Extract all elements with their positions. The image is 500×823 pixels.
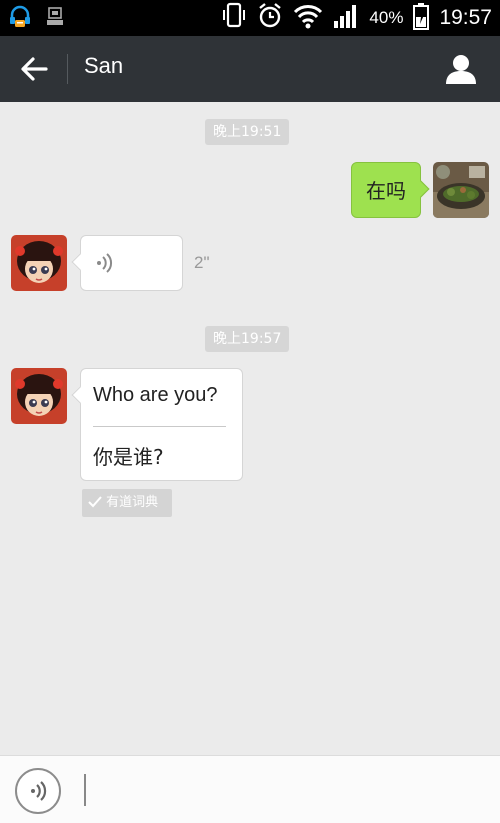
contact-avatar[interactable] bbox=[11, 235, 67, 291]
contact-avatar[interactable] bbox=[11, 368, 67, 424]
check-icon bbox=[88, 491, 102, 519]
voice-input-toggle[interactable] bbox=[15, 768, 61, 814]
original-text: Who are you? bbox=[93, 384, 218, 406]
translated-text: 你是谁? bbox=[93, 445, 164, 469]
my-avatar[interactable] bbox=[433, 162, 489, 218]
input-bar bbox=[0, 755, 500, 823]
translation-message-bubble[interactable]: Who are you? 你是谁? bbox=[71, 368, 243, 481]
battery-charging-icon bbox=[413, 2, 430, 34]
translation-source-label: 有道词典 bbox=[106, 495, 159, 510]
chat-title: San bbox=[84, 53, 124, 78]
headset-notification-icon bbox=[8, 5, 32, 33]
status-bar: 40% 19:57 bbox=[0, 0, 500, 36]
voice-duration: 2" bbox=[194, 253, 210, 272]
back-arrow-icon[interactable] bbox=[18, 54, 50, 84]
message-input[interactable] bbox=[82, 770, 222, 810]
translation-divider bbox=[93, 426, 226, 427]
voice-wave-icon bbox=[29, 780, 49, 806]
header-divider bbox=[67, 54, 68, 84]
voice-message-bubble[interactable] bbox=[71, 235, 183, 291]
sent-message-bubble[interactable]: 在吗 bbox=[351, 162, 430, 218]
wifi-icon bbox=[293, 3, 323, 33]
status-time: 19:57 bbox=[439, 6, 492, 29]
translation-source-badge: 有道词典 bbox=[82, 489, 172, 517]
contact-icon[interactable] bbox=[444, 52, 478, 86]
voice-wave-icon bbox=[95, 252, 115, 278]
battery-percent: 40% bbox=[369, 8, 404, 27]
message-timestamp: 晚上19:51 bbox=[205, 119, 290, 145]
signal-icon bbox=[333, 3, 359, 33]
chat-header: San bbox=[0, 36, 500, 102]
message-timestamp: 晚上19:57 bbox=[205, 326, 290, 352]
download-icon bbox=[46, 6, 64, 32]
vibrate-icon bbox=[221, 2, 247, 34]
alarm-icon bbox=[257, 2, 283, 34]
sent-message-text: 在吗 bbox=[366, 179, 406, 203]
